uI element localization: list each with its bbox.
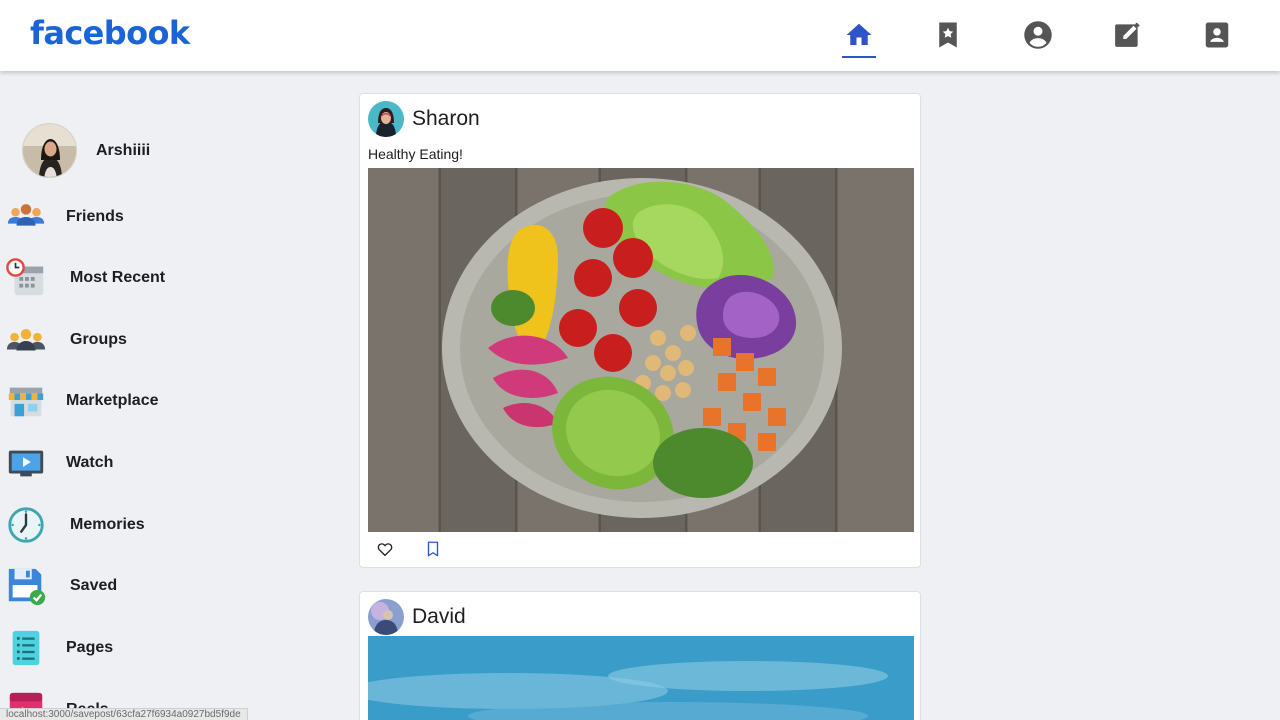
pages-icon	[4, 626, 48, 670]
sidebar-item-watch[interactable]: Watch	[4, 441, 113, 485]
sidebar-item-marketplace[interactable]: Marketplace	[4, 379, 159, 423]
post-header: Sharon	[368, 101, 480, 137]
nav-bookmarks-button[interactable]	[931, 18, 965, 52]
left-sidebar: Arshiiii Friends Most Recent Groups Mark…	[0, 71, 300, 720]
facebook-logo[interactable]: facebook	[30, 14, 190, 52]
friends-icon	[4, 195, 48, 239]
post-author[interactable]: Sharon	[412, 107, 480, 131]
contact-card-icon	[1205, 22, 1229, 48]
sidebar-item-label: Watch	[66, 454, 114, 471]
marketplace-icon	[4, 379, 48, 423]
memories-icon	[4, 503, 48, 547]
heart-icon	[377, 543, 393, 557]
nav-home-button[interactable]	[842, 18, 876, 58]
groups-icon	[4, 318, 48, 362]
account-circle-icon	[1024, 21, 1052, 49]
sidebar-item-label: Friends	[66, 208, 124, 225]
top-navigation-bar: facebook	[0, 0, 1280, 71]
post-image	[368, 168, 914, 532]
home-icon	[846, 23, 872, 45]
sidebar-item-label: Memories	[70, 516, 145, 533]
sidebar-item-label: Saved	[70, 577, 118, 594]
like-button[interactable]	[374, 538, 396, 560]
avatar[interactable]	[368, 599, 404, 635]
sidebar-item-saved[interactable]: Saved	[4, 564, 117, 608]
watch-icon	[4, 441, 48, 485]
bookmark-star-icon	[939, 22, 957, 48]
sidebar-item-label: Pages	[66, 639, 114, 656]
bookmark-icon	[427, 541, 439, 557]
post-header: David	[368, 599, 466, 635]
post-card: Sharon Healthy Eating!	[359, 93, 921, 568]
nav-profile-button[interactable]	[1021, 18, 1055, 52]
nav-create-post-button[interactable]	[1110, 18, 1144, 52]
avatar[interactable]	[368, 101, 404, 137]
post-caption: Healthy Eating!	[368, 146, 463, 162]
avatar	[22, 123, 77, 178]
most-recent-icon	[4, 256, 48, 300]
sidebar-item-friends[interactable]: Friends	[4, 195, 124, 239]
sidebar-item-pages[interactable]: Pages	[4, 626, 113, 670]
sidebar-item-label: Marketplace	[66, 392, 159, 409]
sidebar-item-memories[interactable]: Memories	[4, 503, 145, 547]
sidebar-item-groups[interactable]: Groups	[4, 318, 127, 362]
post-author[interactable]: David	[412, 605, 466, 629]
edit-note-icon	[1115, 22, 1140, 47]
post-image	[368, 636, 914, 720]
profile-name: Arshiiii	[96, 141, 151, 159]
sidebar-item-label: Groups	[70, 331, 127, 348]
post-card: David	[359, 591, 921, 720]
sidebar-item-most-recent[interactable]: Most Recent	[4, 256, 165, 300]
sidebar-profile-link[interactable]: Arshiiii	[22, 123, 150, 178]
sidebar-item-label: Most Recent	[70, 269, 166, 286]
save-post-button[interactable]	[422, 538, 444, 560]
nav-contacts-button[interactable]	[1200, 18, 1234, 52]
saved-icon	[4, 564, 48, 608]
status-bar-url: localhost:3000/savepost/63cfa27f6934a092…	[0, 708, 248, 720]
